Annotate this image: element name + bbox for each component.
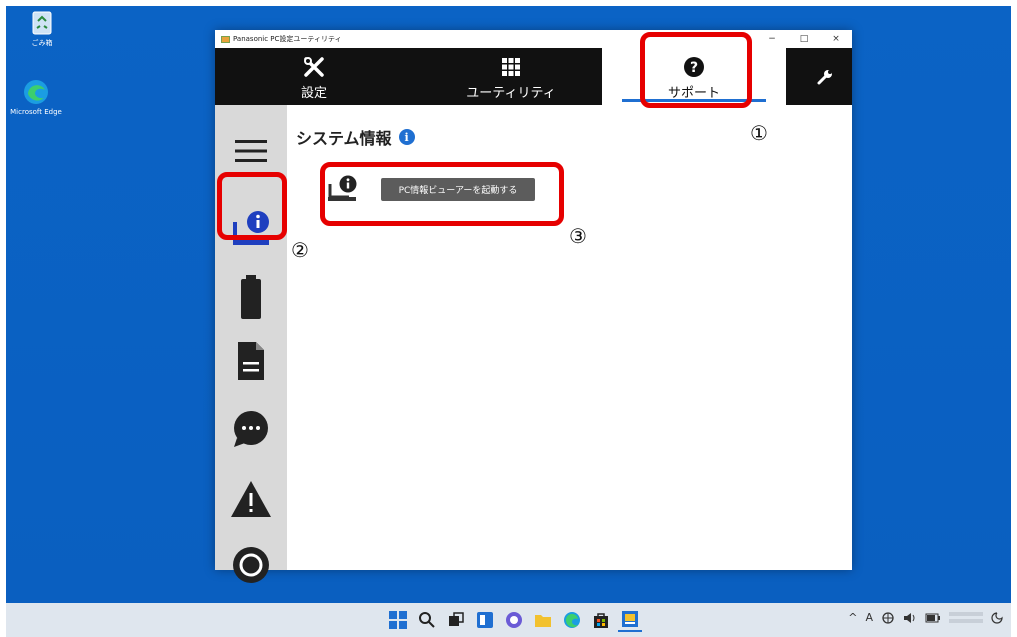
circle-target-icon <box>233 547 269 583</box>
system-tray: ^ A <box>848 611 1003 624</box>
taskbar: ^ A <box>6 603 1011 637</box>
sidebar-item-warning[interactable] <box>223 471 279 527</box>
file-explorer-icon[interactable] <box>531 608 555 632</box>
edge-taskbar-icon[interactable] <box>560 608 584 632</box>
tab-utility[interactable]: ユーティリティ <box>451 48 571 105</box>
taskbar-apps <box>386 608 642 632</box>
sidebar-item-chat[interactable] <box>223 401 279 457</box>
annotation-number-3: ③ <box>569 224 587 248</box>
search-icon[interactable] <box>415 608 439 632</box>
tray-chevron[interactable]: ^ <box>848 611 857 624</box>
tab-label: ユーティリティ <box>466 86 556 101</box>
widgets-icon[interactable] <box>473 608 497 632</box>
wrench-icon <box>805 64 845 90</box>
tab-tools[interactable] <box>805 48 845 105</box>
desktop-icon-label: Microsoft Edge <box>10 108 62 116</box>
window-title: Panasonic PC設定ユーティリティ <box>233 35 342 43</box>
ime-indicator[interactable]: A <box>865 611 873 624</box>
recycle-bin-icon <box>28 8 56 36</box>
notification-icon[interactable] <box>991 611 1003 624</box>
page-title: システム情報 i <box>296 125 415 149</box>
desktop-icon-recycle-bin[interactable]: ごみ箱 <box>14 8 70 48</box>
store-icon[interactable] <box>589 608 613 632</box>
minimize-button[interactable]: − <box>756 30 788 48</box>
tab-bar: 設定 ユーティリティ ? サポート <box>215 48 852 105</box>
tab-label: 設定 <box>300 86 327 101</box>
app-icon <box>221 35 230 43</box>
app-window: Panasonic PC設定ユーティリティ − □ × 設定 ユーティリティ ?… <box>215 30 852 583</box>
task-view-icon[interactable] <box>444 608 468 632</box>
document-icon <box>238 342 264 380</box>
pc-settings-utility-taskbar-icon[interactable] <box>618 608 642 632</box>
title-bar: Panasonic PC設定ユーティリティ − □ × <box>215 30 852 48</box>
sidebar-item-battery[interactable] <box>223 269 279 325</box>
annotation-number-1: ① <box>750 121 768 145</box>
page-title-text: システム情報 <box>296 129 392 148</box>
tools-icon <box>269 54 359 80</box>
edge-icon <box>22 78 50 106</box>
desktop-icon-edge[interactable]: Microsoft Edge <box>8 78 64 116</box>
volume-icon[interactable] <box>903 612 917 624</box>
start-icon[interactable] <box>386 608 410 632</box>
sidebar-item-document[interactable] <box>223 333 279 389</box>
info-icon[interactable]: i <box>398 129 415 145</box>
annotation-box-3 <box>320 162 564 226</box>
annotation-number-2: ② <box>291 238 309 262</box>
sidebar-item-record[interactable] <box>223 537 279 593</box>
clock[interactable] <box>949 612 983 623</box>
annotation-box-1 <box>640 32 752 108</box>
hamburger-menu-icon <box>235 140 267 162</box>
grid-icon <box>451 54 571 80</box>
warning-icon <box>231 481 271 517</box>
chat-bubble-icon <box>234 411 268 447</box>
chat-icon[interactable] <box>502 608 526 632</box>
battery-tray-icon[interactable] <box>925 613 941 623</box>
close-button[interactable]: × <box>820 30 852 48</box>
maximize-button[interactable]: □ <box>788 30 820 48</box>
battery-icon <box>241 275 261 319</box>
tab-settings[interactable]: 設定 <box>269 48 359 105</box>
sidebar-item-menu[interactable] <box>223 123 279 179</box>
network-icon[interactable] <box>881 611 895 624</box>
desktop-icon-label: ごみ箱 <box>31 39 53 47</box>
annotation-box-2 <box>217 172 287 240</box>
